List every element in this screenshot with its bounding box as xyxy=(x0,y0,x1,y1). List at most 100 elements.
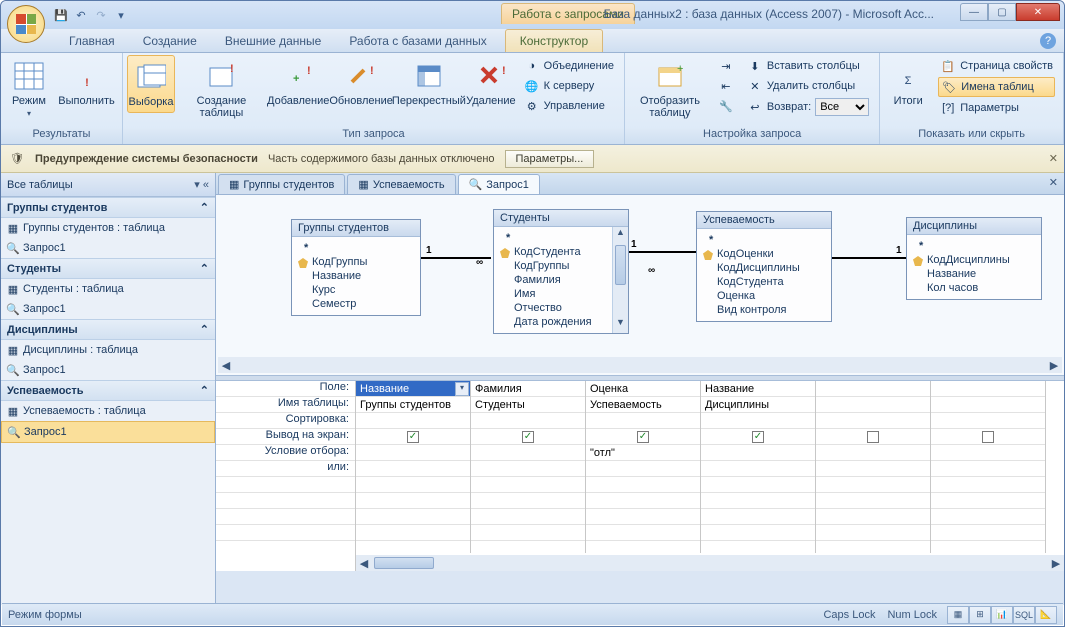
nav-item-table[interactable]: ▦Группы студентов : таблица xyxy=(1,218,215,238)
nav-item-query[interactable]: 🔍Запрос1 xyxy=(1,421,215,443)
table-box[interactable]: Группы студентов*КодГруппыНазваниеКурсСе… xyxy=(291,219,421,316)
maximize-button[interactable]: ▢ xyxy=(988,3,1016,21)
datadef-button[interactable]: ⚙Управление xyxy=(522,97,616,115)
showtable-button[interactable]: + Отобразить таблицу xyxy=(629,55,711,123)
grid-criteria-cell[interactable] xyxy=(701,445,815,461)
grid-or-cell[interactable] xyxy=(356,461,470,477)
grid-show-cell[interactable]: ✓ xyxy=(586,429,700,445)
grid-criteria-cell[interactable] xyxy=(471,445,585,461)
table-field[interactable]: Название xyxy=(298,269,414,283)
grid-field-cell[interactable] xyxy=(816,381,930,397)
totals-button[interactable]: Σ Итоги xyxy=(884,55,932,111)
table-field[interactable]: КодДисциплины xyxy=(703,261,825,275)
query-grid[interactable]: Поле: Имя таблицы: Сортировка: Вывод на … xyxy=(216,381,1064,571)
grid-sort-cell[interactable] xyxy=(586,413,700,429)
table-field[interactable]: Кол часов xyxy=(913,281,1035,295)
params-button[interactable]: [?]Параметры xyxy=(938,99,1055,117)
propsheet-button[interactable]: 📋Страница свойств xyxy=(938,57,1055,75)
doc-tab-query1[interactable]: 🔍Запрос1 xyxy=(458,174,540,194)
checkbox[interactable]: ✓ xyxy=(637,431,649,443)
table-field[interactable]: КодОценки xyxy=(703,247,825,261)
grid-column[interactable]: ФамилияСтуденты✓ xyxy=(471,381,586,553)
nav-category[interactable]: Студенты⌃ xyxy=(1,258,215,279)
grid-or-cell[interactable] xyxy=(471,461,585,477)
grid-or-cell[interactable] xyxy=(931,461,1045,477)
grid-column[interactable] xyxy=(931,381,1046,553)
tablenames-button[interactable]: 🏷Имена таблиц xyxy=(938,77,1055,97)
tab-home[interactable]: Главная xyxy=(55,30,129,52)
table-field[interactable]: Курс xyxy=(298,283,414,297)
delete-cols-button[interactable]: ✕Удалить столбцы xyxy=(745,77,871,95)
table-box[interactable]: Дисциплины*КодДисциплиныНазваниеКол часо… xyxy=(906,217,1042,300)
table-field[interactable]: КодДисциплины xyxy=(913,253,1035,267)
qat-redo-icon[interactable]: ↷ xyxy=(93,7,109,23)
tab-dbtools[interactable]: Работа с базами данных xyxy=(335,30,500,52)
table-field[interactable]: Семестр xyxy=(298,297,414,311)
grid-table-cell[interactable] xyxy=(816,397,930,413)
checkbox[interactable] xyxy=(867,431,879,443)
insert-rows-button[interactable]: ⇥ xyxy=(717,57,735,75)
update-button[interactable]: ! Обновление xyxy=(330,55,391,111)
grid-field-cell[interactable]: Название xyxy=(701,381,815,397)
grid-table-cell[interactable]: Успеваемость xyxy=(586,397,700,413)
maketable-button[interactable]: ! Создание таблицы xyxy=(177,55,266,123)
table-field[interactable]: Название xyxy=(913,267,1035,281)
nav-category[interactable]: Успеваемость⌃ xyxy=(1,380,215,401)
help-icon[interactable]: ? xyxy=(1040,33,1056,49)
table-field[interactable]: Оценка xyxy=(703,289,825,303)
select-query-button[interactable]: Выборка xyxy=(127,55,175,113)
grid-criteria-cell[interactable] xyxy=(931,445,1045,461)
tab-design[interactable]: Конструктор xyxy=(505,29,603,52)
nav-item-query[interactable]: 🔍Запрос1 xyxy=(1,299,215,319)
checkbox[interactable]: ✓ xyxy=(407,431,419,443)
scroll-left-icon[interactable]: ◀ xyxy=(356,557,372,570)
return-rows-control[interactable]: ↩Возврат: Все xyxy=(745,97,871,117)
grid-show-cell[interactable]: ✓ xyxy=(701,429,815,445)
nav-item-table[interactable]: ▦Дисциплины : таблица xyxy=(1,340,215,360)
delete-rows-button[interactable]: ⇤ xyxy=(717,77,735,95)
grid-table-cell[interactable] xyxy=(931,397,1045,413)
security-close-icon[interactable]: ✕ xyxy=(1049,152,1058,165)
scrollbar-thumb[interactable] xyxy=(374,557,434,569)
security-options-button[interactable]: Параметры... xyxy=(505,150,595,168)
grid-table-cell[interactable]: Дисциплины xyxy=(701,397,815,413)
qat-customize-icon[interactable]: ▾ xyxy=(113,7,129,23)
table-field[interactable]: Вид контроля xyxy=(703,303,825,317)
doc-tab-groups[interactable]: ▦Группы студентов xyxy=(218,174,345,194)
view-pivottable-button[interactable]: ⊞ xyxy=(969,606,991,624)
table-box-header[interactable]: Студенты xyxy=(494,210,628,227)
scroll-right-icon[interactable]: ▶ xyxy=(1048,557,1064,570)
grid-hscroll[interactable]: ◀ ▶ xyxy=(356,555,1064,571)
grid-show-cell[interactable]: ✓ xyxy=(356,429,470,445)
table-field[interactable]: КодГруппы xyxy=(298,255,414,269)
office-button[interactable] xyxy=(7,5,45,43)
grid-field-cell[interactable]: Оценка xyxy=(586,381,700,397)
grid-criteria-cell[interactable] xyxy=(356,445,470,461)
grid-show-cell[interactable]: ✓ xyxy=(471,429,585,445)
qat-undo-icon[interactable]: ↶ xyxy=(73,7,89,23)
nav-category[interactable]: Дисциплины⌃ xyxy=(1,319,215,340)
grid-or-cell[interactable] xyxy=(816,461,930,477)
nav-category[interactable]: Группы студентов⌃ xyxy=(1,197,215,218)
tab-external[interactable]: Внешние данные xyxy=(211,30,336,52)
view-design-button[interactable]: 📐 xyxy=(1035,606,1057,624)
builder-button[interactable]: 🔧 xyxy=(717,97,735,115)
grid-sort-cell[interactable] xyxy=(701,413,815,429)
query-designer[interactable]: 1 ∞ 1 ∞ ∞ 1 Группы студентов*КодГруппыНа… xyxy=(216,195,1064,375)
grid-criteria-cell[interactable] xyxy=(816,445,930,461)
scroll-right-icon[interactable]: ▶ xyxy=(1046,359,1062,372)
union-button[interactable]: ◑Объединение xyxy=(522,57,616,75)
grid-table-cell[interactable]: Студенты xyxy=(471,397,585,413)
doc-tab-grades[interactable]: ▦Успеваемость xyxy=(347,174,455,194)
grid-show-cell[interactable] xyxy=(931,429,1045,445)
insert-cols-button[interactable]: ⬇Вставить столбцы xyxy=(745,57,871,75)
nav-item-table[interactable]: ▦Успеваемость : таблица xyxy=(1,401,215,421)
view-pivotchart-button[interactable]: 📊 xyxy=(991,606,1013,624)
grid-column[interactable]: Название▾Группы студентов✓ xyxy=(356,381,471,553)
designer-hscroll[interactable]: ◀ ▶ xyxy=(218,357,1062,373)
grid-show-cell[interactable] xyxy=(816,429,930,445)
table-field[interactable]: * xyxy=(703,233,825,247)
checkbox[interactable] xyxy=(982,431,994,443)
grid-criteria-cell[interactable]: "отл" xyxy=(586,445,700,461)
view-datasheet-button[interactable]: ▦ xyxy=(947,606,969,624)
